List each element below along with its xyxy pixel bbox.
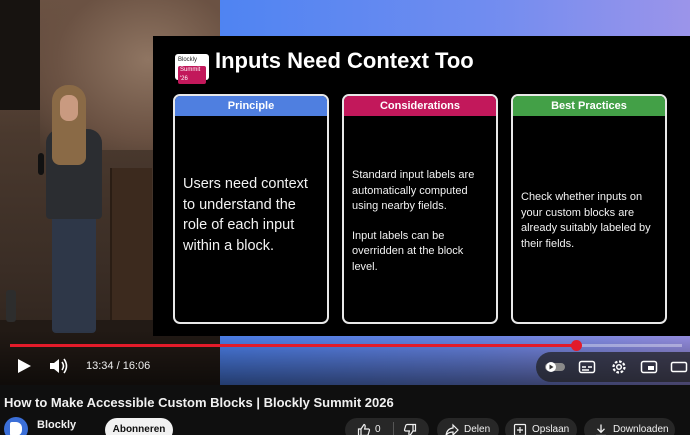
speaker-legs [52,215,96,333]
card-principle: Principle Users need context to understa… [173,94,329,324]
download-label: Downloaden [613,424,669,435]
dislike-button[interactable] [403,423,417,435]
download-icon [596,424,606,435]
presentation-slide: Blockly Summit '26 Inputs Need Context T… [153,36,690,336]
settings-icon [612,360,626,374]
speaker-face [60,95,78,121]
channel-avatar[interactable] [4,417,28,435]
time-display: 13:34 / 16:06 [86,360,151,372]
download-icon-wrap [594,423,608,435]
card-best-practices: Best Practices Check whether inputs on y… [511,94,667,324]
thumbs-down-icon [403,423,417,435]
card-body: Standard input labels are automatically … [352,168,488,275]
volume-icon [50,358,68,374]
channel-logo-shape [10,422,22,435]
save-label: Opslaan [532,424,570,435]
podium [110,168,152,338]
share-icon [445,423,459,435]
autoplay-toggle-icon [545,362,565,372]
progress-fill [10,344,577,347]
share-label: Delen [464,424,491,435]
channel-name[interactable]: Blockly [37,419,76,431]
like-count: 0 [375,424,381,435]
share-icon-wrap [445,423,459,435]
like-button[interactable] [357,423,371,435]
miniplayer-icon [640,360,658,374]
microphone [38,153,44,175]
subscribe-button[interactable]: Abonneren [105,418,173,435]
save-icon-wrap [513,423,527,435]
card-text: Check whether inputs on your custom bloc… [521,191,651,250]
water-bottle [6,290,16,322]
youtube-watch-page: Blockly Summit '26 Inputs Need Context T… [0,0,690,435]
video-player[interactable]: Blockly Summit '26 Inputs Need Context T… [0,0,690,385]
save-button[interactable]: Opslaan [505,418,577,435]
like-divider [393,422,394,435]
subtitles-button[interactable] [578,359,596,375]
like-dislike-group: 0 [345,418,429,435]
card-body: Check whether inputs on your custom bloc… [521,190,657,252]
play-icon [18,359,31,373]
logo-line-1: Blockly [178,57,198,63]
subtitles-icon [578,360,596,374]
card-heading: Best Practices [513,96,665,116]
theater-icon [670,361,688,373]
miniplayer-button[interactable] [640,359,658,375]
card-considerations: Considerations Standard input labels are… [342,94,498,324]
save-icon [513,423,527,435]
autoplay-toggle[interactable] [544,359,565,375]
share-button[interactable]: Delen [437,418,499,435]
thumbs-up-icon [357,423,371,435]
card-heading: Considerations [344,96,496,116]
right-controls [536,352,690,382]
card-text: Input labels can be overridden at the bl… [352,229,464,273]
volume-button[interactable] [48,357,70,375]
slide-title: Inputs Need Context Too [215,48,474,73]
progress-bar[interactable] [10,340,682,351]
settings-button[interactable] [610,359,628,375]
play-button[interactable] [14,357,34,375]
speaker-figure [34,85,114,340]
theater-button[interactable] [670,359,688,375]
card-text: Users need context to understand the rol… [183,176,308,254]
download-button[interactable]: Downloaden [584,418,675,435]
summit-logo: Blockly Summit '26 [175,54,209,84]
card-text: Standard input labels are automatically … [352,169,475,212]
logo-line-2: Summit '26 [178,66,206,84]
card-body: Users need context to understand the rol… [183,174,319,256]
video-title: How to Make Accessible Custom Blocks | B… [4,395,394,410]
card-heading: Principle [175,96,327,116]
